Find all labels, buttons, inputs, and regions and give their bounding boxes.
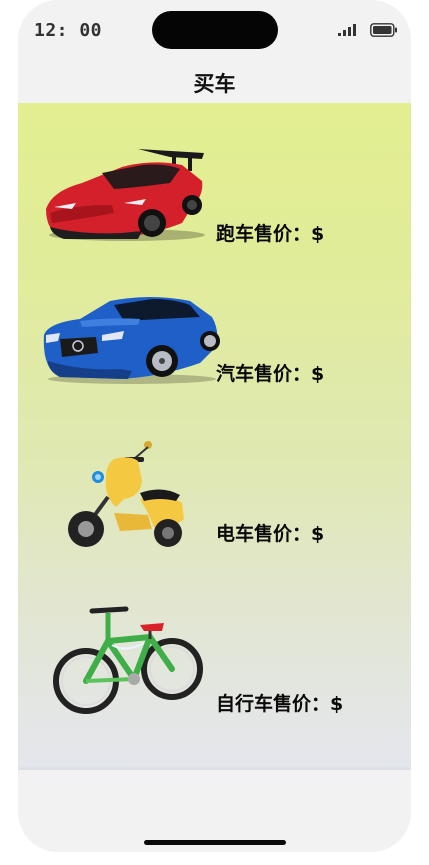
bicycle-price-label: 自行车售价：$: [216, 693, 344, 715]
home-indicator[interactable]: [144, 840, 286, 845]
sports-car-price-label: 跑车售价：$: [216, 223, 325, 245]
navigation-bar: 买车: [18, 58, 411, 103]
bicycle-image: [53, 606, 203, 714]
car-price-label: 汽车售价：$: [216, 363, 325, 385]
car-image: [43, 297, 220, 384]
bottom-bar: [18, 770, 411, 852]
electric-scooter-image: [68, 441, 184, 547]
list-item-sports-car[interactable]: 跑车售价：$: [18, 103, 411, 263]
vehicle-list: 跑车售价：$ 汽车售价：$ 电车售价：$ 自行车售价：$: [18, 103, 411, 770]
page-title: 买车: [193, 71, 236, 96]
signal-icon: [338, 24, 356, 36]
dynamic-island: [152, 11, 278, 49]
list-item-electric-scooter[interactable]: 电车售价：$: [18, 433, 411, 553]
status-bar: 12: 00: [18, 0, 411, 58]
list-item-bicycle[interactable]: 自行车售价：$: [18, 593, 411, 733]
phone-frame: 12: 00 买车 跑车售价：$ 汽车售价：$ 电车售价：$ 自行车售价：$: [18, 0, 411, 852]
battery-icon: [370, 23, 397, 37]
status-time: 12: 00: [34, 20, 103, 41]
list-item-car[interactable]: 汽车售价：$: [18, 273, 411, 413]
electric-scooter-price-label: 电车售价：$: [216, 523, 325, 545]
sports-car-image: [46, 149, 205, 241]
